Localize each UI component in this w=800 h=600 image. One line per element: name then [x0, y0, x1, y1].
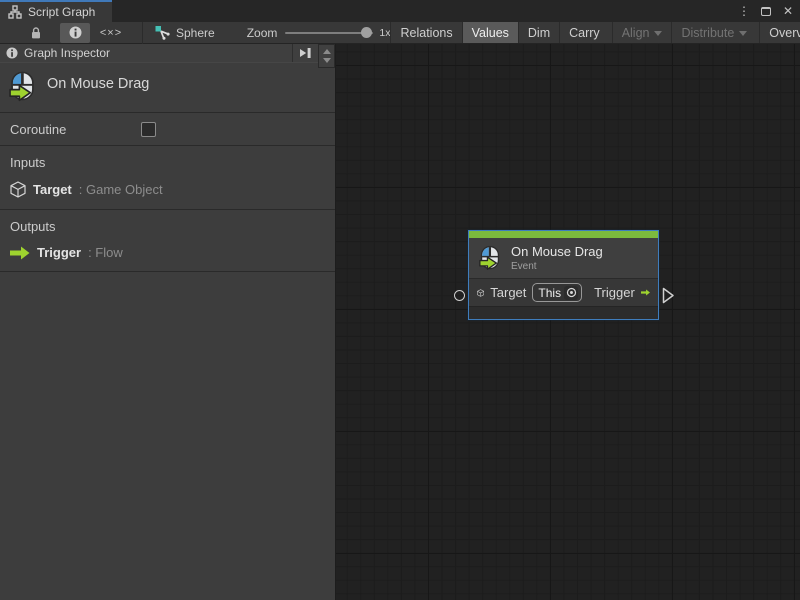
- output-port-row: Trigger : Flow: [10, 245, 335, 260]
- relations-label: Relations: [400, 26, 452, 40]
- values-label: Values: [472, 26, 509, 40]
- distribute-label: Distribute: [681, 26, 734, 40]
- on-mouse-drag-icon: [9, 69, 36, 104]
- node-subtitle: Event: [511, 261, 603, 272]
- node-title: On Mouse Drag: [511, 244, 603, 259]
- node-input-connection-port[interactable]: [454, 290, 465, 301]
- unity-script-graph-window: Script Graph ⋮ ✕: [0, 0, 800, 600]
- unit-banner: On Mouse Drag: [0, 63, 335, 113]
- node-output-label: Trigger: [594, 285, 635, 300]
- relations-button[interactable]: Relations: [390, 22, 461, 43]
- inspector-empty-area: [0, 272, 335, 600]
- game-object-cube-icon: [10, 181, 26, 198]
- script-graph-asset-icon: [155, 25, 170, 40]
- target-object-picker[interactable]: This: [532, 283, 582, 302]
- toolbar-separator: [142, 22, 143, 44]
- coroutine-checkbox[interactable]: [141, 122, 156, 137]
- zoom-label: Zoom: [247, 26, 278, 40]
- input-port-row: Target : Game Object: [10, 181, 335, 198]
- zoom-value: 1x: [379, 27, 390, 39]
- carry-button[interactable]: Carry: [559, 22, 609, 43]
- maximize-icon[interactable]: [758, 3, 774, 19]
- target-crosshair-icon: [566, 287, 577, 298]
- dim-button[interactable]: Dim: [518, 22, 559, 43]
- lock-glyph: [30, 26, 42, 40]
- info-icon: [69, 26, 82, 39]
- object-picker-icon[interactable]: [564, 286, 578, 300]
- node-title-block: On Mouse Drag Event: [511, 244, 603, 272]
- code-view-button[interactable]: <×>: [94, 23, 128, 43]
- flow-arrow-icon: [10, 246, 30, 260]
- unit-title: On Mouse Drag: [47, 76, 149, 92]
- dock-right-icon: [299, 47, 312, 59]
- tab-title: Script Graph: [28, 5, 95, 19]
- graph-inspector-panel: Graph Inspector On Mouse Drag: [0, 44, 336, 600]
- graph-object-name: Sphere: [176, 26, 215, 40]
- close-icon[interactable]: ✕: [780, 3, 796, 19]
- toolbar-right-group: Relations Values Dim Carry Align Distrib…: [390, 22, 800, 43]
- output-port-name: Trigger: [37, 245, 81, 260]
- outputs-section: Outputs Trigger : Flow: [0, 210, 335, 272]
- game-object-cube-icon: [477, 285, 484, 301]
- node-output-connection-port[interactable]: [662, 287, 675, 304]
- zoom-slider-track[interactable]: [285, 32, 373, 34]
- inspector-toggle-button[interactable]: [60, 23, 90, 43]
- inputs-title: Inputs: [10, 155, 335, 170]
- coroutine-row: Coroutine: [0, 113, 335, 146]
- graph-canvas[interactable]: On Mouse Drag Event Target This: [336, 44, 800, 600]
- node-event-color-bar: [469, 231, 658, 238]
- node-header[interactable]: On Mouse Drag Event: [469, 238, 658, 278]
- scroll-up-icon[interactable]: [323, 49, 331, 54]
- toolbar-left-group: <×> Sphere Zoom 1x: [0, 22, 390, 43]
- lock-icon[interactable]: [26, 23, 46, 43]
- window-controls: ⋮ ✕: [736, 0, 796, 22]
- on-mouse-drag-icon: [479, 244, 501, 272]
- maximize-glyph: [761, 7, 771, 16]
- node-ports-row: Target This Trigger: [469, 278, 658, 306]
- carry-label: Carry: [569, 26, 600, 40]
- outputs-title: Outputs: [10, 219, 335, 234]
- values-button[interactable]: Values: [462, 22, 518, 43]
- distribute-dropdown[interactable]: Distribute: [671, 22, 756, 43]
- chevron-down-icon: [739, 31, 747, 36]
- node-input-label: Target: [490, 285, 526, 300]
- zoom-slider-thumb[interactable]: [361, 27, 372, 38]
- window-menu-icon[interactable]: ⋮: [736, 3, 752, 19]
- content-area: Graph Inspector On Mouse Drag: [0, 44, 800, 600]
- overview-button[interactable]: Overview: [759, 22, 800, 43]
- zoom-slider[interactable]: [285, 27, 373, 39]
- tab-bar: Script Graph ⋮ ✕: [0, 0, 800, 22]
- on-mouse-drag-node[interactable]: On Mouse Drag Event Target This: [468, 230, 659, 320]
- dim-label: Dim: [528, 26, 550, 40]
- inspector-title: Graph Inspector: [24, 46, 292, 60]
- coroutine-label: Coroutine: [10, 122, 66, 137]
- target-value: This: [538, 286, 561, 300]
- dock-panel-button[interactable]: [292, 44, 318, 62]
- graph-toolbar: <×> Sphere Zoom 1x Relations Values: [0, 22, 800, 44]
- code-icon: <×>: [100, 27, 122, 39]
- graph-inspector-header: Graph Inspector: [0, 44, 335, 63]
- overview-label: Overview: [769, 26, 800, 40]
- input-port-type: : Game Object: [79, 182, 163, 197]
- input-port-name: Target: [33, 182, 72, 197]
- align-label: Align: [622, 26, 650, 40]
- node-footer: [469, 306, 658, 319]
- tab-script-graph[interactable]: Script Graph: [0, 0, 112, 22]
- inputs-section: Inputs Target : Game Object: [0, 146, 335, 210]
- align-dropdown[interactable]: Align: [612, 22, 672, 43]
- output-port-type: : Flow: [88, 245, 123, 260]
- graph-hierarchy-icon: [8, 5, 22, 19]
- chevron-down-icon: [654, 31, 662, 36]
- trigger-flow-arrow-icon: [641, 286, 650, 299]
- info-icon: [6, 47, 18, 59]
